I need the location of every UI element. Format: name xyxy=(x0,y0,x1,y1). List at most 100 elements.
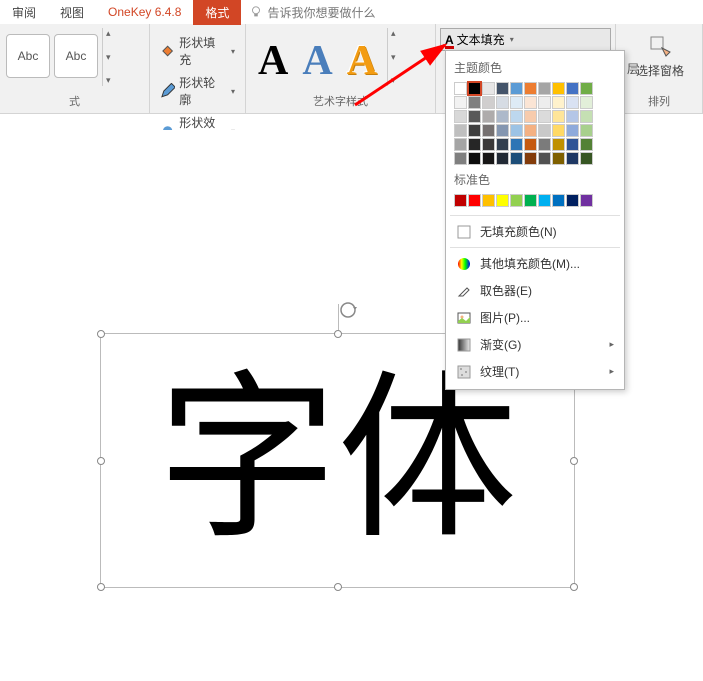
theme-swatch[interactable] xyxy=(552,138,565,151)
resize-handle-bl[interactable] xyxy=(97,583,105,591)
theme-swatch[interactable] xyxy=(482,96,495,109)
shape-style-preset-2[interactable]: Abc xyxy=(54,34,98,78)
standard-swatch[interactable] xyxy=(552,194,565,207)
shape-fill-button[interactable]: 形状填充▾ xyxy=(156,32,239,70)
theme-swatch[interactable] xyxy=(580,82,593,95)
standard-swatch[interactable] xyxy=(580,194,593,207)
rotate-handle[interactable] xyxy=(338,300,358,320)
theme-swatch[interactable] xyxy=(538,82,551,95)
theme-swatch[interactable] xyxy=(566,96,579,109)
theme-swatch[interactable] xyxy=(454,138,467,151)
gradient-fill-item[interactable]: 渐变(G) ▸ xyxy=(446,331,624,358)
tab-view[interactable]: 视图 xyxy=(48,0,96,25)
theme-swatch[interactable] xyxy=(524,82,537,95)
wordart-gallery-expand[interactable]: ▴▾▾ xyxy=(387,28,401,86)
theme-swatch[interactable] xyxy=(510,82,523,95)
theme-swatch[interactable] xyxy=(524,110,537,123)
theme-swatch[interactable] xyxy=(510,124,523,137)
tab-onekey[interactable]: OneKey 6.4.8 xyxy=(96,1,193,23)
theme-swatch[interactable] xyxy=(482,82,495,95)
theme-swatch[interactable] xyxy=(468,124,481,137)
textbox-content[interactable]: 字体 xyxy=(157,371,517,551)
texture-fill-item[interactable]: 纹理(T) ▸ xyxy=(446,358,624,385)
theme-swatch[interactable] xyxy=(566,138,579,151)
wordart-preset-3[interactable]: A xyxy=(347,40,377,82)
tab-format[interactable]: 格式 xyxy=(193,0,241,25)
theme-swatch[interactable] xyxy=(538,124,551,137)
theme-swatch[interactable] xyxy=(468,82,481,95)
picture-fill-item[interactable]: 图片(P)... xyxy=(446,304,624,331)
more-colors-item[interactable]: 其他填充颜色(M)... xyxy=(446,250,624,277)
standard-swatch[interactable] xyxy=(482,194,495,207)
theme-swatch[interactable] xyxy=(496,96,509,109)
resize-handle-ml[interactable] xyxy=(97,457,105,465)
theme-swatch[interactable] xyxy=(524,138,537,151)
resize-handle-mr[interactable] xyxy=(570,457,578,465)
theme-swatch[interactable] xyxy=(496,152,509,165)
resize-handle-bm[interactable] xyxy=(334,583,342,591)
theme-swatch[interactable] xyxy=(552,124,565,137)
shape-style-preset-1[interactable]: Abc xyxy=(6,34,50,78)
theme-swatch[interactable] xyxy=(524,152,537,165)
theme-swatch[interactable] xyxy=(580,138,593,151)
wordart-preset-2[interactable]: A xyxy=(302,40,332,82)
shape-style-gallery-expand[interactable]: ▴▾▾ xyxy=(102,28,116,86)
theme-swatch[interactable] xyxy=(510,96,523,109)
theme-swatch[interactable] xyxy=(454,124,467,137)
standard-swatch[interactable] xyxy=(510,194,523,207)
theme-swatch[interactable] xyxy=(482,124,495,137)
theme-swatch[interactable] xyxy=(552,96,565,109)
no-fill-item[interactable]: 无填充颜色(N) xyxy=(446,218,624,245)
theme-swatch[interactable] xyxy=(468,152,481,165)
standard-swatch[interactable] xyxy=(468,194,481,207)
theme-swatch[interactable] xyxy=(538,152,551,165)
resize-handle-tl[interactable] xyxy=(97,330,105,338)
theme-swatch[interactable] xyxy=(552,82,565,95)
theme-swatch[interactable] xyxy=(510,110,523,123)
theme-swatch[interactable] xyxy=(496,82,509,95)
theme-swatch[interactable] xyxy=(580,152,593,165)
theme-swatch[interactable] xyxy=(510,138,523,151)
theme-swatch[interactable] xyxy=(566,124,579,137)
theme-swatch[interactable] xyxy=(454,110,467,123)
theme-swatch[interactable] xyxy=(468,138,481,151)
theme-swatch[interactable] xyxy=(496,138,509,151)
theme-swatch[interactable] xyxy=(482,110,495,123)
theme-swatch[interactable] xyxy=(510,152,523,165)
theme-swatch[interactable] xyxy=(524,96,537,109)
theme-swatch[interactable] xyxy=(552,110,565,123)
theme-swatch[interactable] xyxy=(552,152,565,165)
resize-handle-tm[interactable] xyxy=(334,330,342,338)
eyedropper-item[interactable]: 取色器(E) xyxy=(446,277,624,304)
standard-swatch[interactable] xyxy=(496,194,509,207)
theme-swatch[interactable] xyxy=(580,124,593,137)
resize-handle-br[interactable] xyxy=(570,583,578,591)
theme-swatch[interactable] xyxy=(566,82,579,95)
theme-swatch[interactable] xyxy=(454,96,467,109)
theme-swatch[interactable] xyxy=(482,152,495,165)
standard-swatch[interactable] xyxy=(524,194,537,207)
theme-swatch[interactable] xyxy=(580,96,593,109)
standard-swatch[interactable] xyxy=(454,194,467,207)
shape-outline-button[interactable]: 形状轮廓▾ xyxy=(156,72,239,110)
tell-me-search[interactable]: 告诉我你想要做什么 xyxy=(249,4,375,21)
theme-swatch[interactable] xyxy=(538,138,551,151)
select-pane-button[interactable]: 选择窗格 xyxy=(636,62,684,79)
theme-swatch[interactable] xyxy=(482,138,495,151)
theme-swatch[interactable] xyxy=(496,124,509,137)
theme-swatch[interactable] xyxy=(454,152,467,165)
text-fill-button[interactable]: A 文本填充 ▾ xyxy=(440,28,611,51)
theme-swatch[interactable] xyxy=(496,110,509,123)
theme-swatch[interactable] xyxy=(468,110,481,123)
theme-swatch[interactable] xyxy=(566,110,579,123)
theme-swatch[interactable] xyxy=(468,96,481,109)
theme-swatch[interactable] xyxy=(580,110,593,123)
theme-swatch[interactable] xyxy=(566,152,579,165)
theme-swatch[interactable] xyxy=(538,96,551,109)
theme-swatch[interactable] xyxy=(538,110,551,123)
wordart-preset-1[interactable]: A xyxy=(258,40,288,82)
standard-swatch[interactable] xyxy=(566,194,579,207)
theme-swatch[interactable] xyxy=(454,82,467,95)
tab-review[interactable]: 审阅 xyxy=(0,0,48,25)
standard-swatch[interactable] xyxy=(538,194,551,207)
